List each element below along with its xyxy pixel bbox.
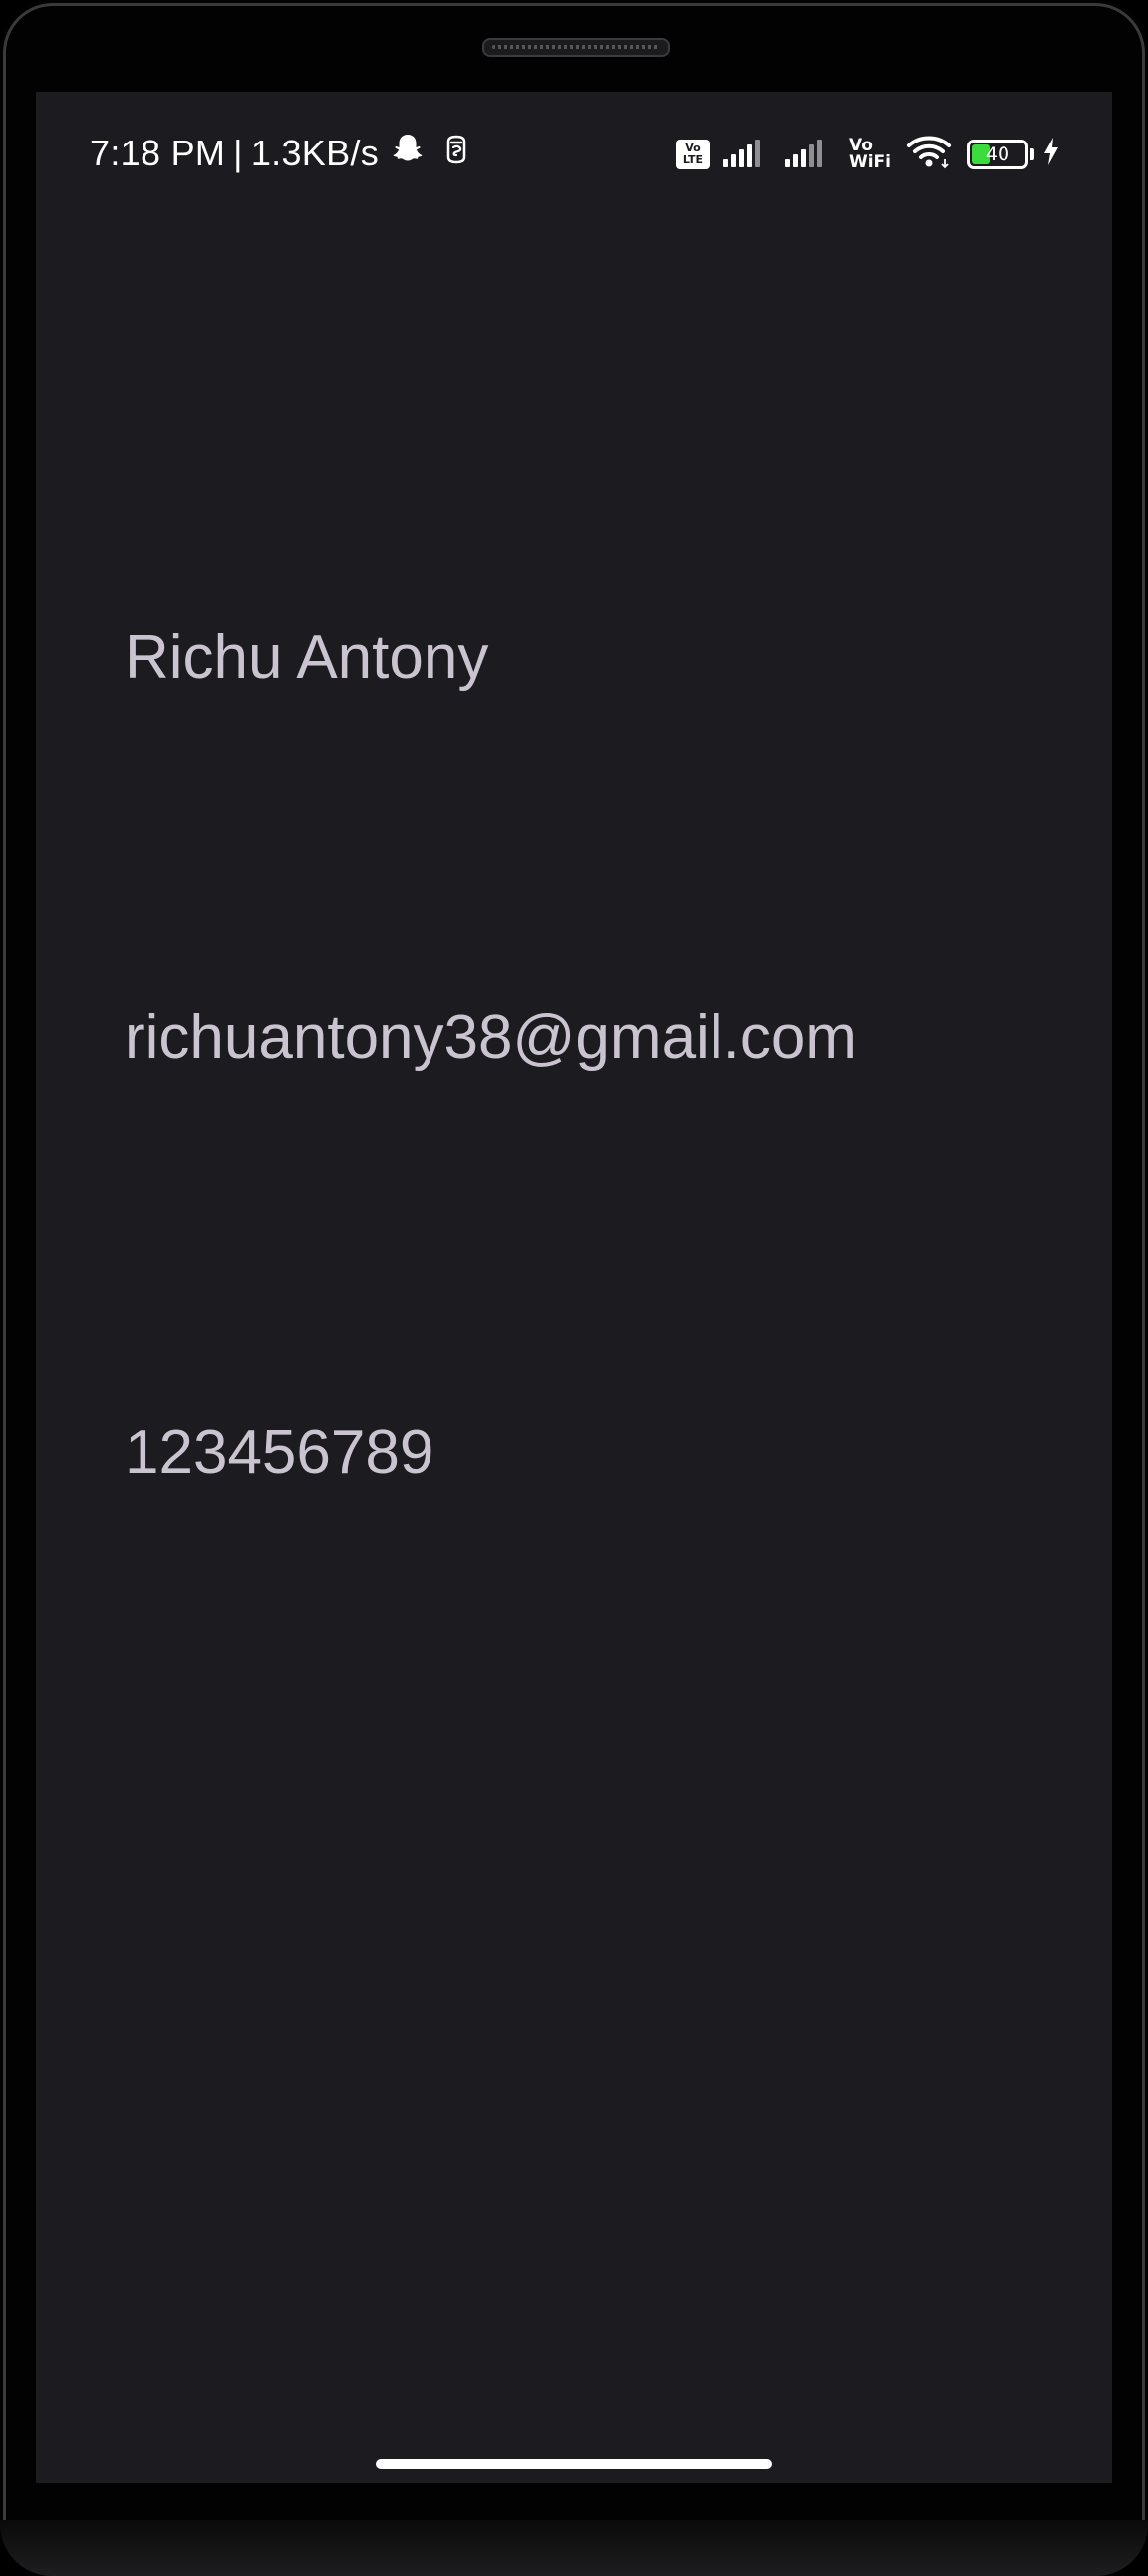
phone-chin [0, 2520, 1148, 2576]
status-time: 7:18 PM [90, 132, 226, 173]
home-indicator[interactable] [376, 2459, 772, 2469]
status-separator: | [233, 132, 243, 173]
volte-icon: Vo LTE [675, 139, 710, 169]
status-bar: 7:18 PM | 1.3KB/s Vo LTE Vo WiFi 40 [36, 92, 1112, 211]
battery-icon: 40 [967, 139, 1028, 169]
vowifi-label-bottom: WiFi [848, 151, 891, 172]
wifi-icon [905, 134, 953, 174]
network-speed: 1.3KB/s [250, 132, 379, 173]
vowifi-label-top: Vo [848, 135, 873, 155]
status-right: Vo LTE Vo WiFi 40 [675, 134, 1060, 174]
battery-group: 40 [967, 137, 1060, 171]
phone-frame: 7:18 PM | 1.3KB/s Vo LTE Vo WiFi 40 Rich… [0, 0, 1148, 2576]
battery-tip [1030, 147, 1034, 160]
signal-strength-sim2-icon [784, 136, 835, 172]
screen: 7:18 PM | 1.3KB/s Vo LTE Vo WiFi 40 Rich… [36, 92, 1112, 2483]
vowifi-icon: Vo WiFi [848, 135, 891, 172]
battery-level: 40 [985, 143, 1010, 165]
profile-email: richuantony38@gmail.com [125, 1003, 857, 1072]
volte-label-bottom: LTE [682, 152, 704, 166]
notification-app-icon [442, 133, 470, 174]
status-left: 7:18 PM | 1.3KB/s [90, 132, 470, 174]
profile-name: Richu Antony [125, 623, 489, 692]
signal-strength-sim1-icon [722, 136, 771, 172]
snapchat-icon [391, 132, 425, 174]
profile-phone: 123456789 [125, 1418, 434, 1487]
earpiece-speaker [482, 38, 670, 57]
volte-label-top: Vo [685, 141, 701, 154]
charging-bolt-icon [1042, 137, 1060, 171]
